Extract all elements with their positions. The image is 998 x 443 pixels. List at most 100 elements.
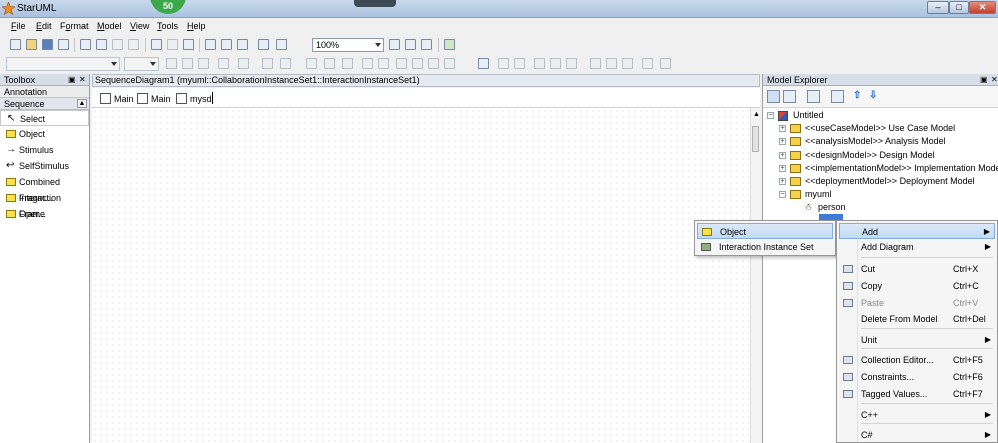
view-style-icon[interactable] bbox=[306, 58, 317, 69]
save-icon[interactable] bbox=[42, 39, 53, 50]
view-style-3-icon[interactable] bbox=[342, 58, 353, 69]
diagram-print-icon[interactable] bbox=[237, 39, 248, 50]
align-bottom-icon[interactable] bbox=[622, 58, 633, 69]
align-middle-icon[interactable] bbox=[606, 58, 617, 69]
sort-by-name-icon[interactable] bbox=[783, 90, 796, 103]
tool-self-stimulus[interactable]: ↩ SelfStimulus bbox=[0, 158, 89, 174]
diagram-canvas[interactable] bbox=[92, 108, 750, 443]
line-color-icon[interactable] bbox=[182, 58, 193, 69]
maximize-button[interactable]: □ bbox=[949, 1, 969, 14]
font-select[interactable] bbox=[6, 57, 120, 71]
close-icon[interactable]: ✕ bbox=[79, 74, 86, 86]
pin-icon[interactable]: ▣ bbox=[980, 74, 988, 86]
font-color-icon[interactable] bbox=[166, 58, 177, 69]
scroll-up-icon[interactable]: ▲ bbox=[753, 111, 760, 118]
tool-select-pointer[interactable]: ↖ Select bbox=[0, 110, 89, 126]
menu-item-c#[interactable]: C# ▶ bbox=[839, 427, 995, 443]
toolbox-category-annotation[interactable]: Annotation bbox=[0, 86, 89, 98]
expand-icon[interactable]: + bbox=[779, 165, 786, 172]
submenu-item-object[interactable]: Object bbox=[697, 223, 833, 239]
menu-view[interactable]: View bbox=[130, 21, 149, 31]
paste-icon[interactable] bbox=[112, 39, 123, 50]
view-style-2-icon[interactable] bbox=[324, 58, 335, 69]
diagram-tab-main[interactable]: Main bbox=[137, 92, 171, 106]
diagram-tool-icon[interactable] bbox=[205, 39, 216, 50]
arrange-front-icon[interactable] bbox=[498, 58, 509, 69]
expand-icon[interactable]: + bbox=[779, 125, 786, 132]
layout-icon[interactable] bbox=[444, 39, 455, 50]
tool-stimulus-arrow[interactable]: → Stimulus bbox=[0, 142, 89, 158]
menu-item-cut[interactable]: Cut Ctrl+X bbox=[839, 261, 995, 277]
move-down-icon[interactable]: ⇩ bbox=[869, 90, 882, 103]
sort-by-type-icon[interactable] bbox=[767, 90, 780, 103]
copy-icon[interactable] bbox=[96, 39, 107, 50]
tool-frame[interactable]: Frame bbox=[0, 206, 89, 222]
menu-item-add-diagram[interactable]: Add Diagram ▶ bbox=[839, 239, 995, 255]
menu-item-add[interactable]: Add ▶ bbox=[839, 223, 995, 239]
close-icon[interactable]: ✕ bbox=[991, 74, 998, 86]
menu-item-tagged-values[interactable]: Tagged Values... Ctrl+F7 bbox=[839, 386, 995, 402]
align-left-icon[interactable] bbox=[534, 58, 545, 69]
space-horizontal-icon[interactable] bbox=[642, 58, 653, 69]
move-up-icon[interactable]: ⇧ bbox=[853, 90, 866, 103]
bring-front-icon[interactable] bbox=[362, 58, 373, 69]
view-options-icon[interactable] bbox=[807, 90, 820, 103]
menu-item-constraints[interactable]: Constraints... Ctrl+F6 bbox=[839, 369, 995, 385]
space-vertical-icon[interactable] bbox=[660, 58, 671, 69]
tool-interaction-operand[interactable]: Interaction Oper... bbox=[0, 190, 89, 219]
diagram-tab-mysd[interactable]: mysd bbox=[176, 92, 212, 106]
menu-tools[interactable]: Tools bbox=[157, 21, 178, 31]
expand-icon[interactable]: + bbox=[779, 178, 786, 185]
close-button[interactable]: ✕ bbox=[969, 1, 996, 14]
taskbar-thumbnail-tab[interactable] bbox=[354, 0, 396, 7]
align-3-icon[interactable] bbox=[428, 58, 439, 69]
align-right-icon[interactable] bbox=[566, 58, 577, 69]
align-4-icon[interactable] bbox=[444, 58, 455, 69]
undo-icon[interactable] bbox=[151, 39, 162, 50]
zoom-in-icon[interactable] bbox=[389, 39, 400, 50]
minimize-button[interactable]: ‒ bbox=[927, 1, 949, 14]
align-top-icon[interactable] bbox=[590, 58, 601, 69]
find-element-icon[interactable] bbox=[831, 90, 844, 103]
menu-edit[interactable]: Edit bbox=[36, 21, 52, 31]
suppress-icon[interactable] bbox=[262, 58, 273, 69]
collapse-up-icon[interactable]: ▲ bbox=[77, 99, 87, 108]
zoom-fit-icon[interactable] bbox=[421, 39, 432, 50]
diagram-tab-main[interactable]: Main bbox=[100, 92, 134, 106]
collapse-icon[interactable]: − bbox=[779, 191, 786, 198]
send-back-icon[interactable] bbox=[378, 58, 389, 69]
menu-item-collection-editor[interactable]: Collection Editor... Ctrl+F5 bbox=[839, 352, 995, 368]
zoom-out-icon[interactable] bbox=[405, 39, 416, 50]
open-folder-icon[interactable] bbox=[26, 39, 37, 50]
menu-item-paste[interactable]: Paste Ctrl+V bbox=[839, 295, 995, 311]
show-compartment-icon[interactable] bbox=[280, 58, 291, 69]
align-2-icon[interactable] bbox=[412, 58, 423, 69]
tool-combined-fragment[interactable]: Combined Fragm... bbox=[0, 174, 89, 203]
fill-color-icon[interactable] bbox=[198, 58, 209, 69]
menu-item-c++[interactable]: C++ ▶ bbox=[839, 407, 995, 423]
toolbox-category-sequence[interactable]: Sequence ▲ bbox=[0, 98, 89, 110]
redo-icon[interactable] bbox=[167, 39, 178, 50]
submenu-item-interaction-instance-set[interactable]: Interaction Instance Set bbox=[697, 239, 833, 255]
image-icon[interactable] bbox=[258, 39, 269, 50]
menu-item-unit[interactable]: Unit ▶ bbox=[839, 332, 995, 348]
hierarchy-icon[interactable] bbox=[478, 58, 489, 69]
cut-icon[interactable] bbox=[80, 39, 91, 50]
delete-icon[interactable] bbox=[128, 39, 139, 50]
arrange-back-icon[interactable] bbox=[514, 58, 525, 69]
collapse-icon[interactable]: − bbox=[767, 112, 774, 119]
font-size-select[interactable] bbox=[124, 57, 159, 71]
menu-model[interactable]: Model bbox=[97, 21, 122, 31]
new-file-icon[interactable] bbox=[10, 39, 21, 50]
menu-file[interactable]: File bbox=[11, 21, 26, 31]
menu-item-delete-from-model[interactable]: Delete From Model Ctrl+Del bbox=[839, 311, 995, 327]
align-center-icon[interactable] bbox=[550, 58, 561, 69]
diagram-export-icon[interactable] bbox=[221, 39, 232, 50]
line-style-icon[interactable] bbox=[238, 58, 249, 69]
zoom-select[interactable]: 100% bbox=[312, 38, 384, 52]
menu-item-copy[interactable]: Copy Ctrl+C bbox=[839, 278, 995, 294]
tool-object[interactable]: Object bbox=[0, 126, 89, 142]
menu-help[interactable]: Help bbox=[187, 21, 206, 31]
pin-icon[interactable]: ▣ bbox=[68, 74, 76, 86]
align-icon[interactable] bbox=[396, 58, 407, 69]
